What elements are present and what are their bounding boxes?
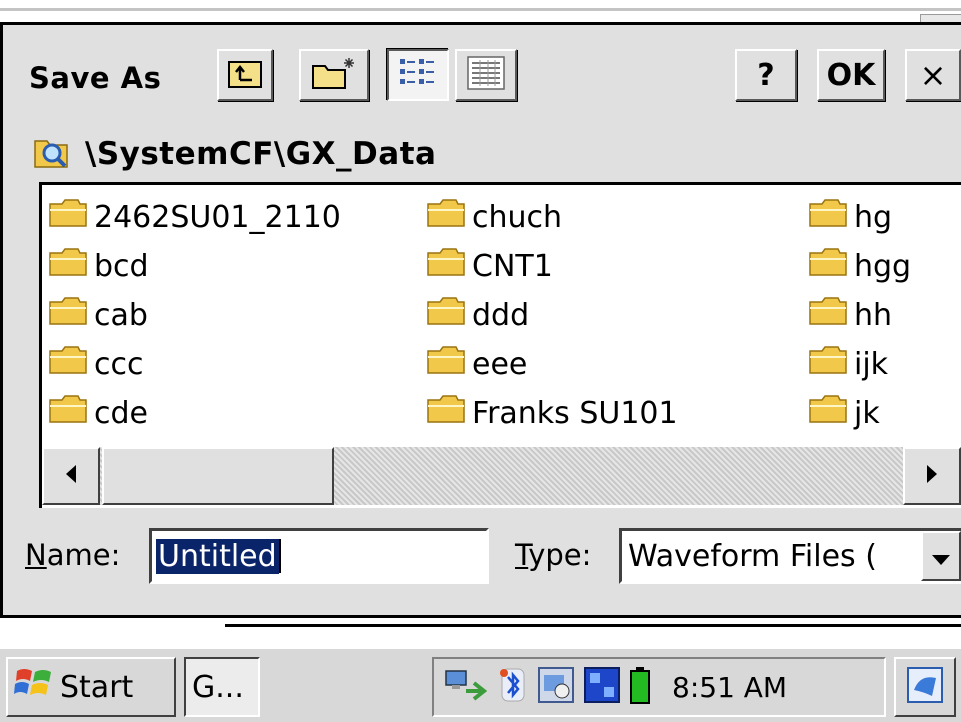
folder-name: ijk	[854, 346, 889, 382]
file-type-value: Waveform Files (	[628, 538, 877, 574]
windows-logo-icon	[14, 663, 54, 711]
background-window-edge	[225, 624, 961, 627]
file-type-select[interactable]: Waveform Files (	[619, 528, 961, 584]
help-button[interactable]: ?	[735, 49, 797, 101]
folder-item[interactable]: jk	[808, 389, 880, 437]
current-path: \SystemCF\GX_Data	[33, 129, 436, 179]
list-view-button[interactable]	[387, 49, 449, 101]
folder-item[interactable]: CNT1	[426, 242, 553, 290]
folder-item[interactable]: bcd	[48, 242, 149, 290]
folder-name: Franks SU101	[472, 395, 678, 431]
folder-name: CNT1	[472, 248, 553, 284]
file-name-value: Untitled	[156, 538, 279, 574]
folder-name: hh	[854, 297, 893, 333]
folder-icon	[48, 296, 88, 334]
folder-name: cde	[94, 395, 148, 431]
bluetooth-icon[interactable]	[498, 665, 528, 709]
list-view-icon	[398, 55, 438, 95]
folder-icon	[808, 394, 848, 432]
folder-item[interactable]: hh	[808, 291, 892, 339]
new-folder-button[interactable]	[299, 49, 369, 101]
folder-item[interactable]: cab	[48, 291, 148, 339]
arrow-left-icon	[64, 464, 78, 488]
scroll-thumb[interactable]	[102, 447, 334, 505]
folder-icon	[808, 345, 848, 383]
folder-icon	[808, 198, 848, 236]
folder-name: ddd	[472, 297, 530, 333]
folder-icon	[426, 345, 466, 383]
folder-name: jk	[854, 395, 880, 431]
folder-item[interactable]: hgg	[808, 242, 911, 290]
chevron-down-icon	[931, 539, 951, 574]
parent-window-border	[0, 8, 961, 11]
folder-name: eee	[472, 346, 528, 382]
file-name-input[interactable]: Untitled	[149, 528, 489, 584]
taskbar-app-button[interactable]: G...	[184, 657, 260, 717]
save-as-dialog: Save As ? OK × \SystemCF\GX_Data 2462SU0…	[0, 22, 961, 618]
folder-name: cab	[94, 297, 148, 333]
up-folder-button[interactable]	[217, 49, 273, 101]
folder-icon	[48, 394, 88, 432]
name-label: Name:	[25, 538, 121, 572]
folder-icon	[808, 247, 848, 285]
details-view-icon	[466, 55, 506, 95]
folder-icon	[48, 198, 88, 236]
start-label: Start	[60, 669, 134, 705]
folder-item[interactable]: hg	[808, 193, 892, 241]
scroll-right-button[interactable]	[903, 447, 961, 505]
network-icon[interactable]	[444, 665, 488, 709]
scroll-left-button[interactable]	[42, 447, 100, 505]
dialog-toolbar: Save As ? OK ×	[3, 25, 961, 123]
up-folder-icon	[228, 58, 262, 92]
arrow-right-icon	[925, 464, 939, 488]
folder-icon	[426, 198, 466, 236]
folder-icon	[808, 296, 848, 334]
battery-icon[interactable]	[630, 666, 650, 708]
folder-item[interactable]: eee	[426, 340, 527, 388]
close-button[interactable]: ×	[905, 49, 961, 101]
folder-icon	[426, 247, 466, 285]
path-text: \SystemCF\GX_Data	[85, 136, 437, 172]
folder-name: hgg	[854, 248, 912, 284]
folder-name: ccc	[94, 346, 144, 382]
folder-item[interactable]: chuch	[426, 193, 562, 241]
clock[interactable]: 8:51 AM	[672, 671, 787, 704]
text-cursor	[278, 539, 281, 573]
ok-button[interactable]: OK	[817, 49, 885, 101]
folder-name: hg	[854, 199, 893, 235]
sync-icon[interactable]	[538, 667, 574, 707]
folder-icon	[48, 345, 88, 383]
folder-icon	[426, 394, 466, 432]
folder-name: bcd	[94, 248, 149, 284]
folder-item[interactable]: ccc	[48, 340, 143, 388]
dialog-title: Save As	[29, 61, 162, 95]
start-button[interactable]: Start	[6, 657, 176, 717]
folder-name: chuch	[472, 199, 563, 235]
desktop-button[interactable]	[894, 657, 956, 717]
folder-icon	[426, 296, 466, 334]
desktop-icon	[906, 666, 944, 708]
new-folder-icon	[311, 56, 357, 94]
folder-search-icon	[33, 133, 73, 175]
folder-item[interactable]: Franks SU101	[426, 389, 678, 437]
details-view-button[interactable]	[455, 49, 517, 101]
folder-item[interactable]: 2462SU01_2110	[48, 193, 341, 241]
folder-name: 2462SU01_2110	[94, 199, 341, 235]
folder-item[interactable]: ddd	[426, 291, 529, 339]
taskbar: Start G... 8:51 AM	[0, 647, 961, 722]
usb-connection-icon[interactable]	[584, 667, 620, 707]
type-dropdown-button[interactable]	[921, 531, 961, 581]
system-tray: 8:51 AM	[432, 657, 886, 717]
folder-item[interactable]: ijk	[808, 340, 888, 388]
folder-item[interactable]: cde	[48, 389, 148, 437]
folder-icon	[48, 247, 88, 285]
horizontal-scrollbar[interactable]	[42, 447, 961, 505]
type-label: Type:	[515, 538, 592, 572]
